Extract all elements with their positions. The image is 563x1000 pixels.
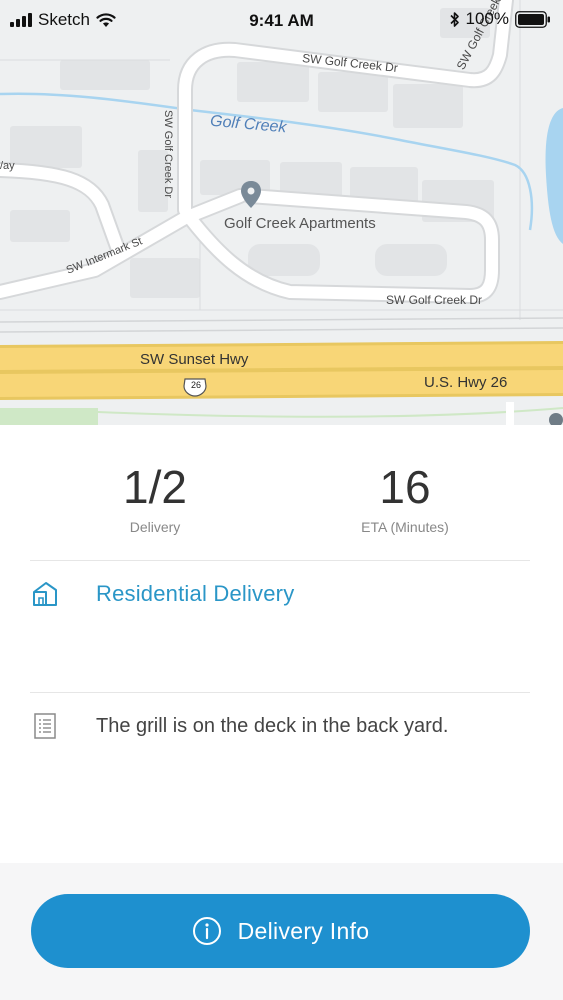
lake: [545, 108, 563, 244]
eta-value: 16: [379, 461, 431, 513]
battery-percent: 100%: [465, 9, 509, 28]
map-label-sunset-hwy: SW Sunset Hwy: [140, 351, 249, 368]
delivery-info-label: Delivery Info: [237, 917, 370, 944]
status-bar: Sketch 9:41 AM 100%: [0, 0, 563, 42]
map-label-poi-name[interactable]: Golf Creek Apartments: [224, 215, 376, 232]
eta-stat: 16 ETA (Minutes): [305, 463, 505, 535]
map-canvas: [0, 0, 563, 425]
map-label-golf-creek-dr-bottom: SW Golf Creek Dr: [386, 293, 483, 307]
highway: [0, 341, 563, 400]
map-label-way-fragment: /ay: [0, 160, 15, 172]
delivery-info-button[interactable]: Delivery Info: [31, 894, 530, 968]
eta-label: ETA (Minutes): [361, 519, 449, 535]
house-icon: [30, 579, 60, 609]
map-label-us-hwy: U.S. Hwy 26: [424, 374, 508, 391]
delivery-type-row: Residential Delivery: [30, 579, 533, 609]
delivery-count-label: Delivery: [129, 519, 181, 535]
map-label-golf-creek-dr-vertical: SW Golf Creek Dr: [162, 109, 175, 199]
info-icon: [192, 917, 221, 945]
document-list-icon: [30, 711, 60, 741]
map-view[interactable]: SW Golf Creek Dr SW Golf Creek Dr SW Gol…: [0, 0, 563, 425]
delivery-type-label: Residential Delivery: [96, 581, 295, 606]
delivery-count-stat: 1/2 Delivery: [55, 463, 255, 535]
battery-icon: [515, 10, 550, 28]
divider: [30, 692, 530, 693]
divider: [30, 560, 530, 561]
delivery-note-row: The grill is on the deck in the back yar…: [30, 711, 533, 741]
bluetooth-icon: [449, 11, 459, 27]
status-bar-right: 100%: [449, 9, 551, 29]
delivery-count-value: 1/2: [123, 461, 187, 513]
delivery-note-text: The grill is on the deck in the back yar…: [96, 714, 449, 737]
map-label-shield-number: 26: [190, 380, 201, 390]
delivery-sheet: 1/2 Delivery 16 ETA (Minutes) Residentia…: [0, 425, 563, 1000]
